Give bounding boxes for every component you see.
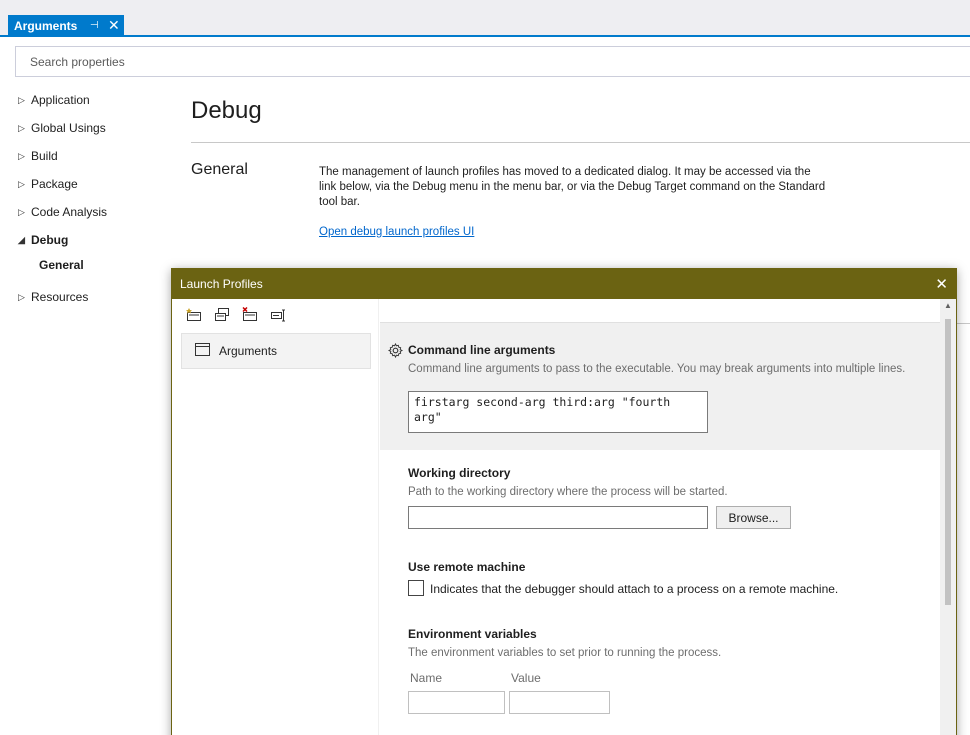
expand-arrow-icon[interactable]: ▷ [18, 179, 31, 190]
open-launch-profiles-link[interactable]: Open debug launch profiles UI [319, 226, 474, 238]
close-icon[interactable]: ✕ [935, 275, 948, 293]
remote-machine-label: Indicates that the debugger should attac… [430, 582, 839, 596]
environment-variables-group: Environment variables The environment va… [380, 610, 940, 735]
nav-item-code-analysis[interactable]: ▷ Code Analysis [18, 202, 107, 222]
profile-label: Arguments [219, 344, 278, 358]
pin-icon[interactable]: ⊣ [90, 20, 99, 31]
remote-machine-group: Use remote machine Indicates that the de… [380, 540, 940, 610]
window-icon [195, 343, 210, 359]
env-value-column-header: Value [511, 671, 541, 685]
command-line-arguments-description: Command line arguments to pass to the ex… [408, 363, 906, 375]
command-line-arguments-title: Command line arguments [408, 343, 556, 357]
nav-item-label: Package [31, 177, 78, 191]
search-placeholder: Search properties [30, 54, 125, 69]
scroll-up-arrow-icon[interactable]: ▲ [944, 301, 952, 310]
rename-profile-icon[interactable] [270, 307, 286, 323]
page-title: Debug [191, 97, 262, 124]
scroll-thumb[interactable] [945, 319, 951, 605]
launch-profiles-dialog: Launch Profiles ✕ Arguments Command line… [171, 268, 957, 735]
environment-variables-title: Environment variables [408, 627, 537, 641]
profile-list-item[interactable]: Arguments [181, 333, 371, 369]
nav-item-debug-general[interactable]: General [39, 255, 84, 275]
working-directory-group: Working directory Path to the working di… [380, 450, 940, 540]
new-profile-icon[interactable] [186, 307, 202, 323]
nav-item-label: Build [31, 149, 58, 163]
nav-item-label: Global Usings [31, 121, 106, 135]
profiles-toolbar [186, 307, 286, 323]
search-properties-input[interactable]: Search properties [15, 46, 970, 77]
command-line-arguments-input[interactable]: firstarg second-arg third:arg "fourth ar… [408, 391, 708, 433]
remote-machine-title: Use remote machine [408, 560, 526, 574]
delete-profile-icon[interactable] [242, 307, 258, 323]
working-directory-title: Working directory [408, 466, 511, 480]
expand-arrow-icon[interactable]: ▷ [18, 95, 31, 106]
dialog-title-bar[interactable]: Launch Profiles ✕ [172, 269, 956, 299]
nav-item-debug[interactable]: ◢ Debug [18, 230, 68, 250]
nav-item-package[interactable]: ▷ Package [18, 174, 78, 194]
nav-item-build[interactable]: ▷ Build [18, 146, 58, 166]
gear-icon [387, 342, 404, 361]
expand-arrow-icon[interactable]: ▷ [18, 123, 31, 134]
nav-item-label: Resources [31, 290, 89, 304]
nav-item-application[interactable]: ▷ Application [18, 90, 90, 110]
profiles-pane: Arguments [172, 299, 379, 735]
expand-arrow-icon[interactable]: ▷ [18, 151, 31, 162]
command-line-arguments-group: Command line arguments Command line argu… [380, 323, 940, 450]
collapse-arrow-icon[interactable]: ◢ [18, 235, 31, 246]
divider [191, 142, 970, 143]
nav-item-label: Debug [31, 233, 69, 247]
env-value-input[interactable] [509, 691, 610, 714]
section-title: General [191, 161, 248, 178]
environment-variables-description: The environment variables to set prior t… [408, 647, 722, 659]
nav-item-label: Application [31, 93, 90, 107]
tab-arguments[interactable]: Arguments ⊣ ✕ [8, 15, 124, 37]
env-name-input[interactable] [408, 691, 505, 714]
settings-header-bar [380, 299, 956, 323]
profile-settings-pane: Command line arguments Command line argu… [380, 299, 956, 735]
dialog-title: Launch Profiles [180, 277, 263, 291]
expand-arrow-icon[interactable]: ▷ [18, 292, 31, 303]
duplicate-profile-icon[interactable] [214, 307, 230, 323]
expand-arrow-icon[interactable]: ▷ [18, 207, 31, 218]
env-name-column-header: Name [410, 671, 443, 685]
nav-item-global-usings[interactable]: ▷ Global Usings [18, 118, 106, 138]
close-icon[interactable]: ✕ [108, 17, 120, 34]
nav-item-resources[interactable]: ▷ Resources [18, 287, 88, 307]
working-directory-input[interactable] [408, 506, 708, 529]
working-directory-description: Path to the working directory where the … [408, 486, 728, 498]
divider [957, 323, 970, 324]
nav-item-label: Code Analysis [31, 205, 108, 219]
vertical-scrollbar[interactable]: ▲ [940, 299, 956, 735]
tab-title: Arguments [14, 19, 78, 33]
section-description: The management of launch profiles has mo… [319, 166, 826, 208]
remote-machine-checkbox[interactable] [408, 580, 424, 596]
browse-button[interactable]: Browse... [716, 506, 791, 529]
document-tab-strip: Arguments ⊣ ✕ [0, 0, 970, 37]
nav-item-label: General [39, 258, 84, 272]
